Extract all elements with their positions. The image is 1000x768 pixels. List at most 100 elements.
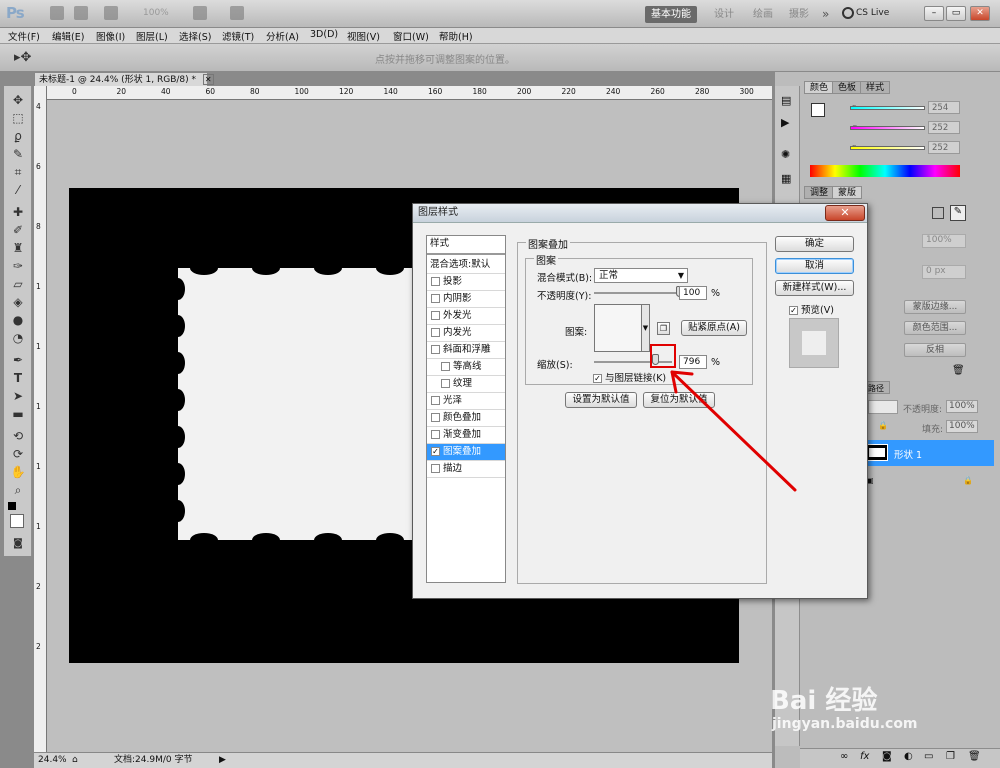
style-item[interactable]: 斜面和浮雕 (427, 342, 505, 359)
zoom-level-menu[interactable]: 100% (143, 8, 169, 18)
style-checkbox[interactable] (431, 464, 440, 473)
blend-mode-select[interactable]: 正常 ▼ (594, 268, 688, 283)
opacity-input[interactable]: 100 (679, 286, 707, 300)
color-g-value[interactable]: 252 (928, 121, 960, 134)
set-default-button[interactable]: 设置为默认值 (565, 392, 637, 408)
status-arrow-icon[interactable]: ▶ (219, 753, 226, 768)
workspace-design[interactable]: 设计 (708, 6, 740, 23)
tab-masks[interactable]: 蒙版 (832, 186, 863, 199)
move-tool-icon[interactable]: ✥ (9, 92, 27, 108)
styles-header[interactable]: 样式 (427, 236, 505, 255)
color-g-slider[interactable] (850, 126, 925, 130)
new-style-button[interactable]: 新建样式(W)... (775, 280, 854, 296)
brush-tool-icon[interactable]: ✐ (9, 222, 27, 238)
style-checkbox[interactable] (441, 379, 450, 388)
layer-style-icon[interactable]: fx (860, 751, 869, 762)
quick-select-tool-icon[interactable]: ✎ (9, 146, 27, 162)
dialog-close-button[interactable]: ✕ (825, 205, 865, 221)
document-tab[interactable]: 未标题-1 @ 24.4% (形状 1, RGB/8) * ✕ (34, 72, 214, 86)
more-workspaces-icon[interactable]: » (822, 7, 829, 21)
view-extras-icon[interactable] (104, 6, 118, 20)
blend-mode-dropdown[interactable] (868, 400, 898, 414)
delete-mask-icon[interactable]: 🗑 (952, 365, 965, 376)
tab-color[interactable]: 颜色 (804, 81, 835, 94)
arrange-documents-icon[interactable] (193, 6, 207, 20)
reset-default-button[interactable]: 复位为默认值 (643, 392, 715, 408)
menu-filter[interactable]: 滤镜(T) (222, 29, 254, 43)
close-document-icon[interactable]: ✕ (202, 74, 214, 85)
new-group-icon[interactable]: ▭ (924, 751, 933, 762)
new-preset-icon[interactable]: ❐ (657, 322, 670, 335)
zoom-tool-icon[interactable]: ⌕ (9, 482, 27, 498)
3d-rotate-tool-icon[interactable]: ⟲ (9, 428, 27, 444)
color-r-value[interactable]: 254 (928, 101, 960, 114)
style-checkbox[interactable] (431, 328, 440, 337)
close-button[interactable]: ✕ (970, 6, 990, 21)
shape-tool-icon[interactable]: ▬ (9, 406, 27, 422)
preview-label[interactable]: 预览(V) (801, 305, 834, 316)
brush-panel-icon[interactable]: ✺ (781, 148, 790, 161)
workspace-photography[interactable]: 摄影 (783, 6, 815, 23)
color-b-slider[interactable] (850, 146, 925, 150)
color-b-value[interactable]: 252 (928, 141, 960, 154)
opacity-slider[interactable] (594, 292, 680, 294)
crop-tool-icon[interactable]: ⌗ (9, 164, 27, 180)
menu-edit[interactable]: 编辑(E) (52, 29, 84, 43)
style-item[interactable]: 颜色叠加 (427, 410, 505, 427)
style-checkbox[interactable] (431, 413, 440, 422)
style-checkbox[interactable] (441, 362, 450, 371)
preview-checkbox[interactable]: ✓ (789, 306, 798, 315)
tab-swatches[interactable]: 色板 (832, 81, 863, 94)
link-with-layer-label[interactable]: 与图层链接(K) (605, 373, 666, 384)
history-panel-icon[interactable]: ▤ (781, 94, 791, 107)
menu-window[interactable]: 窗口(W) (393, 29, 429, 43)
status-zoom[interactable]: 24.4% (38, 753, 67, 768)
tab-styles[interactable]: 样式 (860, 81, 891, 94)
path-selection-tool-icon[interactable]: ➤ (9, 388, 27, 404)
clone-stamp-tool-icon[interactable]: ♜ (9, 240, 27, 256)
style-item[interactable]: 投影 (427, 274, 505, 291)
3d-orbit-tool-icon[interactable]: ⟳ (9, 446, 27, 462)
foreground-color-swatch[interactable] (10, 514, 24, 528)
style-item[interactable]: 内发光 (427, 325, 505, 342)
style-checkbox[interactable] (431, 294, 440, 303)
adjustment-layer-icon[interactable]: ◐ (904, 751, 913, 762)
pattern-picker-chevron-icon[interactable]: ▼ (641, 304, 650, 352)
menu-select[interactable]: 选择(S) (179, 29, 211, 43)
ok-button[interactable]: 确定 (775, 236, 854, 252)
healing-brush-tool-icon[interactable]: ✚ (9, 204, 27, 220)
menu-3d[interactable]: 3D(D) (310, 29, 338, 40)
color-range-button[interactable]: 颜色范围... (904, 321, 966, 335)
menu-help[interactable]: 帮助(H) (439, 29, 473, 43)
add-mask-icon[interactable]: ◙ (882, 751, 892, 762)
style-item[interactable]: ✓ 图案叠加 (427, 444, 505, 461)
style-item[interactable]: 内阴影 (427, 291, 505, 308)
stamp-shape-layer[interactable] (171, 261, 413, 547)
layer-row-shape-1[interactable]: 形状 1 (856, 440, 994, 466)
quick-mask-icon[interactable]: ◙ (9, 536, 27, 552)
delete-layer-icon[interactable]: 🗑 (968, 751, 981, 762)
menu-layer[interactable]: 图层(L) (136, 29, 168, 43)
mask-density-value[interactable]: 100% (922, 234, 966, 248)
menu-image[interactable]: 图像(I) (96, 29, 125, 43)
style-item[interactable]: 等高线 (427, 359, 505, 376)
cancel-button[interactable]: 取消 (775, 258, 854, 274)
workspace-essentials[interactable]: 基本功能 (645, 6, 697, 23)
status-info-icon[interactable]: ⌂ (72, 753, 78, 768)
style-checkbox[interactable]: ✓ (431, 447, 440, 456)
pixel-mask-icon[interactable] (932, 207, 944, 219)
layers-fill-value[interactable]: 100% (946, 420, 978, 433)
eyedropper-tool-icon[interactable]: ⁄ (9, 182, 27, 198)
menu-analysis[interactable]: 分析(A) (266, 29, 299, 43)
invert-button[interactable]: 反相 (904, 343, 966, 357)
color-fg-swatch[interactable] (811, 103, 825, 117)
mask-feather-value[interactable]: 0 px (922, 265, 966, 279)
snap-to-origin-button[interactable]: 贴紧原点(A) (681, 320, 747, 336)
blur-tool-icon[interactable]: ● (9, 312, 27, 328)
clone-source-icon[interactable]: ▦ (781, 172, 791, 185)
default-colors-icon[interactable] (8, 502, 16, 510)
marquee-tool-icon[interactable]: ⬚ (9, 110, 27, 126)
style-checkbox[interactable] (431, 311, 440, 320)
style-checkbox[interactable] (431, 277, 440, 286)
paint-bucket-tool-icon[interactable]: ◈ (9, 294, 27, 310)
